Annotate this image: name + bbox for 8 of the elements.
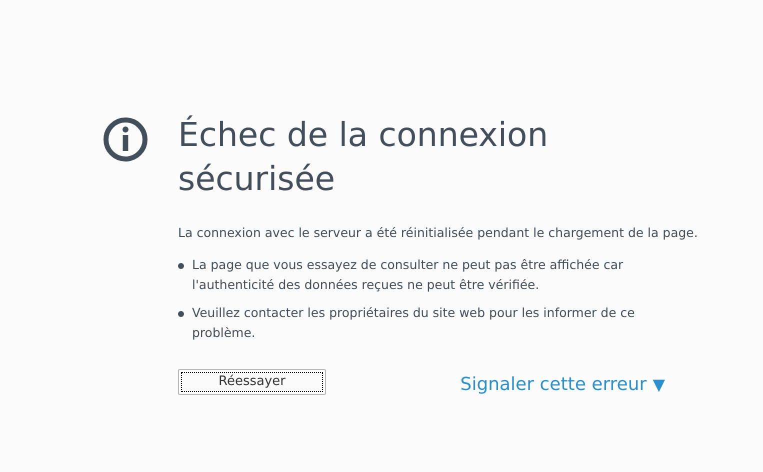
bullet-text: Veuillez contacter les propriétaires du site web pour les informer de ce problème. [192, 304, 636, 342]
bullet-text: La page que vous essayez de consulter ne peut pas être affichée car l'authenticité des données reçues ne peut être vérifiée. [192, 256, 624, 294]
page-title: Échec de la connexion sécurisée [178, 114, 550, 200]
error-description: La connexion avec le serveur a été réinitialisée pendant le chargement de la page. [178, 224, 698, 242]
bullet-icon [178, 311, 184, 317]
retry-button[interactable]: Réessayer [178, 368, 326, 394]
bullet-icon [178, 263, 184, 269]
info-icon [103, 117, 148, 162]
